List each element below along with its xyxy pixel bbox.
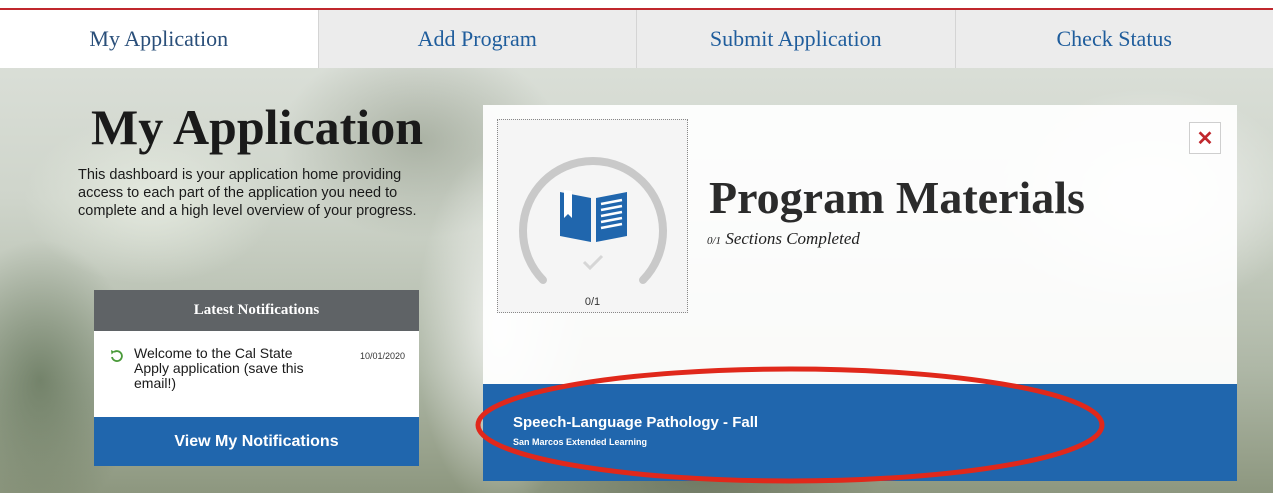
sections-completed: 0/1 Sections Completed: [707, 229, 860, 249]
notifications-panel: Latest Notifications Welcome to the Cal …: [94, 290, 419, 466]
view-notifications-button[interactable]: View My Notifications: [94, 417, 419, 466]
page-description: This dashboard is your application home …: [78, 167, 417, 219]
top-strip: [0, 0, 1273, 8]
notifications-header: Latest Notifications: [94, 290, 419, 331]
notification-date: 10/01/2020: [359, 351, 405, 361]
notification-item[interactable]: Welcome to the Cal State Apply applicati…: [94, 331, 419, 417]
program-item[interactable]: Speech-Language Pathology - Fall San Mar…: [483, 384, 1237, 481]
progress-ring-box[interactable]: 0/1: [497, 119, 688, 313]
program-name: Speech-Language Pathology - Fall: [513, 414, 759, 431]
sections-count: 0/1: [707, 235, 722, 247]
card-title: Program Materials: [709, 172, 1085, 223]
tab-add-program[interactable]: Add Program: [318, 10, 637, 68]
page-title: My Application: [91, 99, 423, 155]
top-tab-bar: My Application Add Program Submit Applic…: [0, 8, 1273, 68]
notification-text: Welcome to the Cal State Apply applicati…: [134, 345, 304, 391]
progress-ring: [519, 157, 667, 284]
program-materials-card: 0/1 Program Materials 0/1 Sections Compl…: [483, 105, 1237, 481]
refresh-icon: [111, 350, 123, 362]
book-icon: [560, 190, 627, 242]
program-campus: San Marcos Extended Learning: [513, 437, 648, 447]
tab-submit-application[interactable]: Submit Application: [637, 10, 956, 68]
tab-my-application[interactable]: My Application: [0, 10, 319, 68]
progress-count: 0/1: [584, 296, 601, 308]
tab-check-status[interactable]: Check Status: [955, 10, 1273, 68]
sections-label: Sections Completed: [725, 229, 860, 248]
close-icon[interactable]: ✕: [1189, 122, 1221, 154]
